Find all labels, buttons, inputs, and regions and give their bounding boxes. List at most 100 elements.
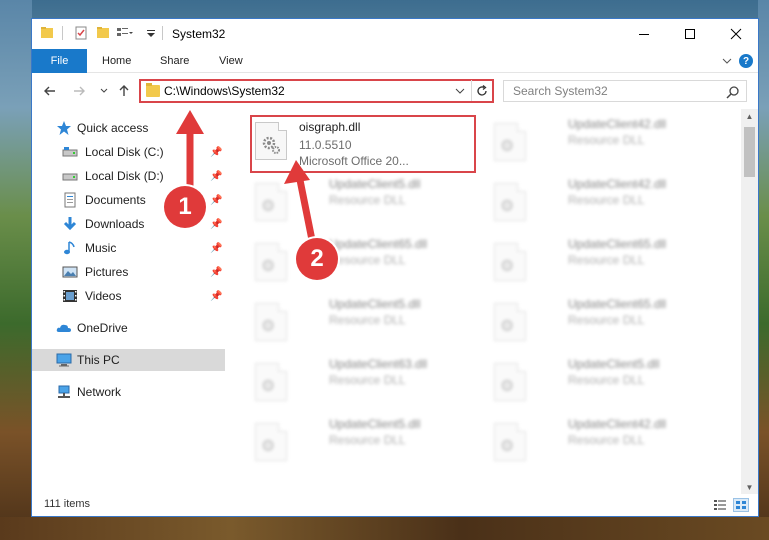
file-item[interactable]: ⚙ UpdateClient42.dll Resource DLL [489,413,723,467]
chevron-down-icon [100,88,108,93]
sidebar-item-label: OneDrive [77,321,128,335]
sidebar-item-network[interactable]: Network [32,381,225,403]
file-type: Resource DLL [568,133,645,147]
sidebar-item-label: Local Disk (C:) [85,145,164,159]
sidebar-item-label: Documents [85,193,146,207]
file-name: UpdateClient65.dll [568,297,667,311]
scroll-up-arrow-icon[interactable]: ▲ [741,109,758,123]
address-path[interactable]: C:\Windows\System32 [164,84,285,98]
up-button[interactable] [115,82,133,100]
file-name: UpdateClient42.dll [568,117,667,131]
tab-share[interactable]: Share [160,49,189,73]
close-icon [730,28,742,40]
tiles-view-button[interactable] [733,498,749,512]
item-count: 111 items [44,498,91,510]
file-type: Resource DLL [568,313,645,327]
sidebar-item-label: Downloads [85,217,145,231]
maximize-icon [685,29,695,39]
sidebar-item-label: Music [85,241,117,255]
maximize-button[interactable] [667,19,713,49]
file-name: UpdateClient63.dll [329,357,428,371]
file-item[interactable]: ⚙ UpdateClient63.dll Resource DLL [250,353,484,407]
sidebar-item-label: Pictures [85,265,129,279]
tab-view[interactable]: View [219,49,243,73]
title-separator [162,26,163,40]
sidebar-item-label: Local Disk (D:) [85,169,164,183]
minimize-icon [639,34,649,35]
navigation-bar: C:\Windows\System32 [32,74,758,108]
search-box[interactable] [503,80,747,102]
star-icon [57,121,71,135]
file-item[interactable]: ⚙ UpdateClient42.dll Resource DLL [489,113,723,167]
title-bar: System32 [32,19,758,49]
tab-home[interactable]: Home [102,49,131,73]
details-view-button[interactable] [712,498,728,512]
file-name: UpdateClient65.dll [568,237,667,251]
expand-ribbon-icon[interactable] [722,56,732,66]
file-name: UpdateClient42.dll [568,417,667,431]
download-icon [63,217,77,231]
drive-icon [62,147,78,157]
dll-file-icon: ⚙ [255,303,287,341]
minimize-button[interactable] [621,19,667,49]
back-button[interactable] [41,82,59,100]
status-bar: 111 items [32,494,758,516]
scroll-down-arrow-icon[interactable]: ▼ [741,480,758,494]
window-title: System32 [172,27,226,41]
sidebar-item-label: Videos [85,289,122,303]
file-item[interactable]: ⚙ UpdateClient5.dll Resource DLL [489,353,723,407]
sidebar-item-label: Quick access [77,121,149,135]
network-icon [58,385,70,398]
sidebar-item-label: Network [77,385,122,399]
dll-file-icon: ⚙ [494,423,526,461]
sidebar-item-videos[interactable]: Videos 📌 [32,285,225,307]
close-button[interactable] [713,19,759,49]
forward-button[interactable] [70,82,88,100]
dll-file-icon: ⚙ [494,183,526,221]
sidebar-item-this-pc[interactable]: This PC [32,349,225,371]
sidebar-item-onedrive[interactable]: OneDrive [32,317,225,339]
view-options-icon[interactable] [116,26,134,40]
documents-icon [64,192,76,208]
music-icon [64,241,75,255]
file-item[interactable]: ⚙ UpdateClient5.dll Resource DLL [250,413,484,467]
tiles-view-icon [736,501,746,509]
file-type: Resource DLL [329,433,406,447]
file-type: Resource DLL [568,193,645,207]
help-button[interactable]: ? [739,54,753,68]
step-badge-1: 1 [164,186,206,228]
new-folder-icon[interactable] [96,26,110,40]
pin-icon[interactable]: 📌 [210,291,222,302]
annotation-arrowhead-1 [176,110,204,134]
scrollbar-thumb[interactable] [744,127,755,177]
refresh-button[interactable] [471,80,492,101]
search-input[interactable] [505,82,715,100]
computer-icon [56,353,72,367]
file-type: Resource DLL [568,433,645,447]
file-item[interactable]: ⚙ UpdateClient42.dll Resource DLL [489,173,723,227]
file-item[interactable]: ⚙ UpdateClient65.dll Resource DLL [489,233,723,287]
file-item[interactable]: ⚙ UpdateClient5.dll Resource DLL [250,293,484,347]
cloud-icon [56,324,71,332]
refresh-icon [477,84,487,96]
properties-icon[interactable] [74,26,88,40]
file-name: UpdateClient5.dll [329,417,421,431]
tab-file[interactable]: File [32,49,87,73]
dll-file-icon: ⚙ [255,423,287,461]
vertical-scrollbar[interactable]: ▲ ▼ [741,109,758,494]
recent-locations-button[interactable] [95,82,113,100]
file-item[interactable]: ⚙ UpdateClient65.dll Resource DLL [489,293,723,347]
file-type: Resource DLL [568,253,645,267]
title-separator [62,26,63,40]
customize-toolbar-icon[interactable] [146,26,156,40]
search-icon[interactable] [726,85,740,99]
dll-file-icon: ⚙ [494,363,526,401]
address-dropdown-icon[interactable] [455,83,465,99]
annotation-arrowhead-2 [284,160,310,184]
up-arrow-icon [119,85,129,96]
file-type: Resource DLL [568,373,645,387]
desktop-background-bottom [0,517,769,540]
folder-icon[interactable] [40,26,54,40]
explorer-window: System32 File Home Share View ? C:\Windo… [31,18,759,517]
folder-icon [146,83,160,97]
